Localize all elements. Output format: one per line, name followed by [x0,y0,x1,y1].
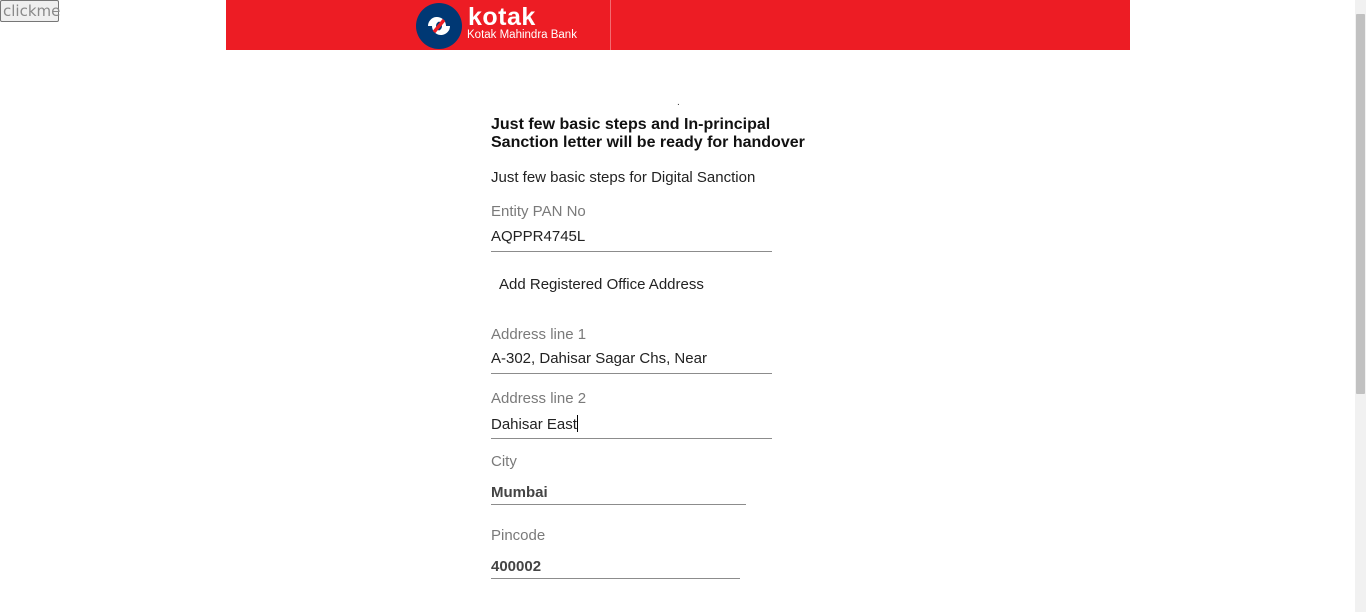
pan-label: Entity PAN No [491,203,586,220]
stray-dot: . [677,97,680,108]
address2-input[interactable]: Dahisar East [491,415,578,433]
city-input[interactable]: Mumbai [491,484,548,501]
kotak-logo-mark [428,17,450,35]
clickme-button[interactable]: clickme [0,0,60,22]
pincode-input[interactable]: 400002 [491,558,541,575]
vertical-scrollbar[interactable] [1355,0,1366,612]
address1-underline [491,373,772,374]
pan-underline [491,251,772,252]
scrollbar-thumb[interactable] [1356,14,1365,394]
brand-name: kotak [468,3,536,31]
header-divider [610,0,611,50]
page-subheading: Just few basic steps for Digital Sanctio… [491,169,756,186]
page-heading: Just few basic steps and In-principal Sa… [491,116,805,151]
section-title: Add Registered Office Address [499,276,704,293]
kotak-logo-icon [416,3,462,49]
address2-value: Dahisar East [491,416,577,433]
pincode-label: Pincode [491,527,546,544]
pan-input[interactable]: AQPPR4745L [491,228,585,245]
address2-underline [491,438,772,439]
text-caret [576,415,578,432]
brand-subtitle: Kotak Mahindra Bank [467,29,577,41]
header-bar: kotak Kotak Mahindra Bank [226,0,1130,50]
city-label: City [491,453,517,470]
address1-label: Address line 1 [491,326,587,343]
address2-label: Address line 2 [491,390,587,407]
pincode-underline [491,578,740,579]
address1-input[interactable]: A-302, Dahisar Sagar Chs, Near [491,350,707,367]
city-underline [491,504,746,505]
